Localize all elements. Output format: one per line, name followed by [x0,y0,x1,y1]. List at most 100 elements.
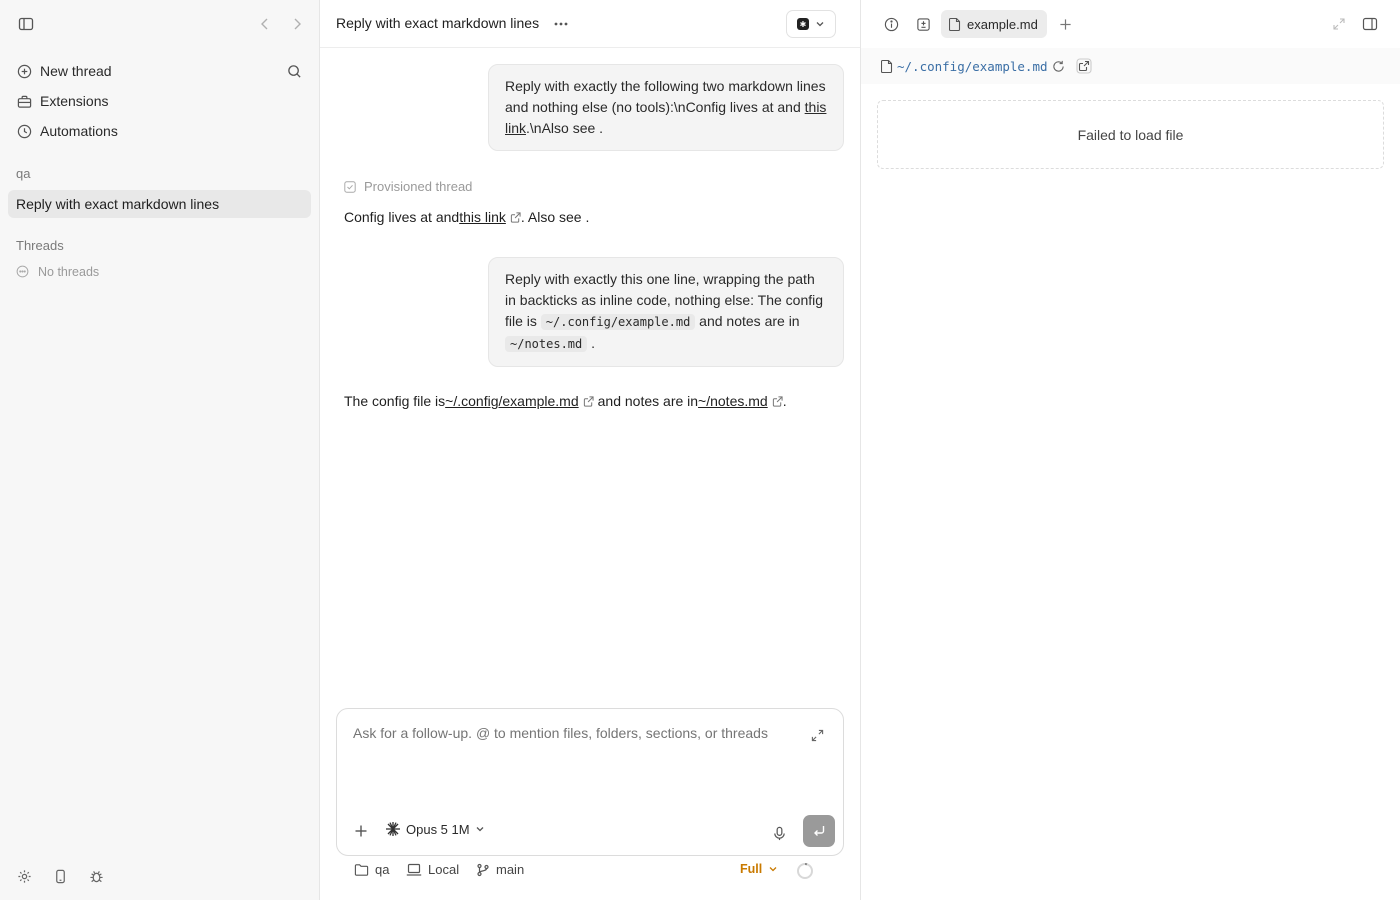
search-icon[interactable] [282,59,306,83]
message-text: Reply with exactly the following two mar… [505,78,826,115]
chevron-down-icon [769,867,777,872]
enter-arrow-icon [814,826,825,836]
file-path[interactable]: ~/.config/example.md [897,59,1048,74]
empty-threads-text: No threads [38,265,100,279]
message-link[interactable]: this link [459,209,506,225]
back-arrow-icon[interactable] [253,12,277,36]
message-text: . [587,335,596,351]
mode-label: Full [740,862,763,876]
provision-icon [344,180,356,193]
branch-selector[interactable]: main [476,862,524,877]
more-options-icon[interactable] [549,12,573,36]
diff-icon[interactable] [911,12,935,36]
folder-name: qa [375,862,390,877]
message-text: . [782,393,787,409]
provisioned-thread-notice: Provisioned thread [344,179,472,194]
toggle-sidebar-icon[interactable] [14,12,38,36]
external-link-icon [583,395,594,407]
folder-icon [354,863,369,876]
file-panel: example.md ~/.config/example.md Failed t… [861,0,1400,900]
laptop-icon [406,863,422,876]
chat-pane: Reply with exact markdown lines ✱ Reply … [320,0,861,900]
assistant-message: The config file is ~/.config/example.md … [344,393,787,409]
sidebar-toolbar [0,0,320,48]
add-tab-icon[interactable] [1053,12,1077,36]
branch-name: main [496,862,525,877]
microphone-icon[interactable] [767,821,791,845]
tab-label: example.md [967,16,1038,32]
sidebar-footer [12,864,108,888]
message-text: The config file is [344,393,446,409]
agent-logo-icon: ✱ [797,18,809,30]
file-load-error: Failed to load file [877,100,1384,169]
thread-title: Reply with exact markdown lines [16,196,220,212]
info-icon[interactable] [879,12,903,36]
progress-ring-icon [797,863,813,879]
empty-circle-icon [16,265,30,279]
sidebar-item-label: New thread [40,63,112,79]
plus-circle-icon [16,63,32,79]
assistant-message: Config lives at and this link . Also see… [344,209,589,225]
clock-icon [16,123,32,139]
sidebar: New thread Extensions Automations qa Rep… [0,0,320,900]
thread-title-header: Reply with exact markdown lines [336,15,540,31]
settings-gear-icon[interactable] [12,864,36,888]
message-text: Config lives at and [344,209,460,225]
environment-name: Local [428,862,460,877]
file-link[interactable]: ~/notes.md [698,393,768,409]
provisioned-text: Provisioned thread [364,179,473,194]
chevron-down-icon [476,827,484,832]
file-icon [875,54,899,78]
inline-code: ~/notes.md [505,336,588,352]
sidebar-thread-active[interactable]: Reply with exact markdown lines [8,190,311,218]
inline-code: ~/.config/example.md [540,314,696,330]
file-panel-header: example.md [861,0,1400,48]
expand-icon[interactable] [805,723,829,747]
add-attachment-icon[interactable] [349,819,373,843]
message-text: and notes are in [597,393,699,409]
chat-header: Reply with exact markdown lines ✱ [320,0,860,48]
mode-selector[interactable]: Full [740,862,778,876]
sidebar-item-label: Extensions [40,93,109,109]
message-text: and notes are in [695,313,800,329]
composer-footer: qa Local main Full [354,862,834,882]
forward-arrow-icon[interactable] [285,12,309,36]
toolbox-icon [16,93,32,109]
open-external-icon[interactable] [1072,54,1096,78]
chevron-down-icon [816,22,824,27]
environment-selector[interactable]: Local [406,862,459,877]
external-link-icon [772,395,783,407]
threads-section-label: Threads [16,238,64,253]
git-branch-icon [477,863,489,876]
external-link-icon [510,211,521,223]
error-message: Failed to load file [1077,126,1184,143]
composer: Opus 5 1M [336,708,844,856]
follow-up-input[interactable] [353,725,793,741]
bug-icon[interactable] [84,864,108,888]
sidebar-nav: New thread Extensions Automations [8,56,312,146]
send-button[interactable] [803,815,835,847]
model-spark-icon [386,822,400,836]
user-message: Reply with exactly the following two mar… [488,64,844,151]
collapse-icon[interactable] [1327,12,1351,36]
sidebar-item-label: Automations [40,123,118,139]
user-message: Reply with exactly this one line, wrappi… [488,257,844,367]
sidebar-item-new-thread[interactable]: New thread [8,56,312,86]
tab-example-md[interactable]: example.md [941,10,1047,38]
mobile-device-icon[interactable] [48,864,72,888]
model-selector[interactable]: Opus 5 1M [385,821,485,837]
agent-selector[interactable]: ✱ [786,10,836,38]
message-text: .\nAlso see . [526,120,604,136]
empty-threads: No threads [16,263,99,281]
toggle-panel-icon[interactable] [1358,12,1382,36]
context-usage-indicator[interactable] [796,862,814,880]
sidebar-item-automations[interactable]: Automations [8,116,312,146]
folder-selector[interactable]: qa [354,862,389,877]
sidebar-item-extensions[interactable]: Extensions [8,86,312,116]
file-link[interactable]: ~/.config/example.md [445,393,578,409]
project-label: qa [16,166,31,181]
file-path-bar: ~/.config/example.md [861,48,1400,84]
refresh-icon[interactable] [1046,54,1070,78]
file-icon [949,17,961,31]
message-text: . Also see . [520,209,590,225]
